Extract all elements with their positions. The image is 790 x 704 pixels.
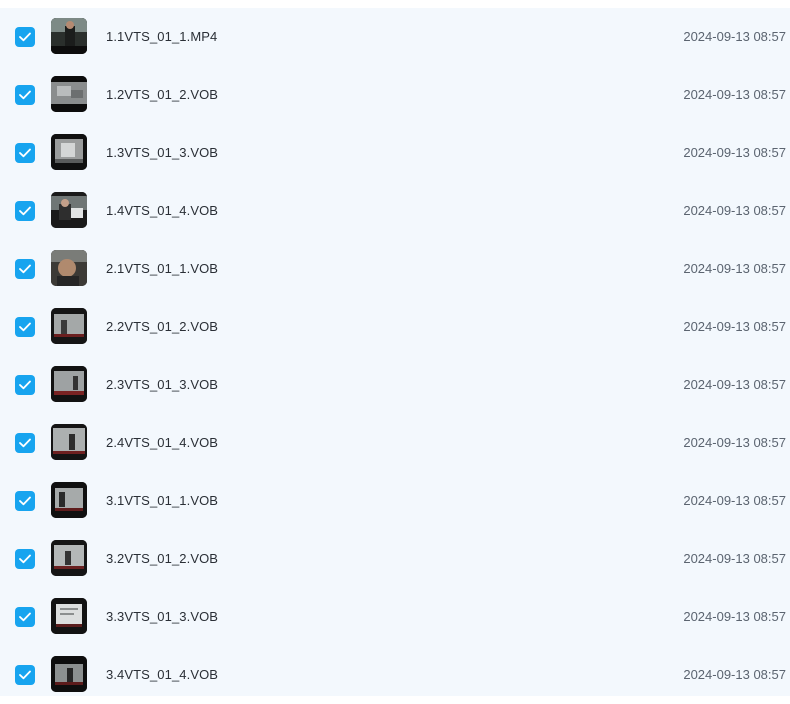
video-thumbnail-icon[interactable] — [51, 308, 87, 344]
video-thumbnail-icon[interactable] — [51, 598, 87, 634]
file-row[interactable]: 1.3VTS_01_3.VOB 2024-09-13 08:57 — [0, 124, 790, 182]
file-row[interactable]: 1.2VTS_01_2.VOB 2024-09-13 08:57 — [0, 66, 790, 124]
row-checkbox[interactable] — [15, 607, 35, 627]
file-row[interactable]: 2.1VTS_01_1.VOB 2024-09-13 08:57 — [0, 240, 790, 298]
file-date: 2024-09-13 08:57 — [683, 29, 786, 44]
file-name[interactable]: 2.2VTS_01_2.VOB — [106, 298, 218, 356]
row-checkbox[interactable] — [15, 201, 35, 221]
file-date: 2024-09-13 08:57 — [683, 493, 786, 508]
file-row[interactable]: 1.1VTS_01_1.MP4 2024-09-13 08:57 — [0, 8, 790, 66]
checkmark-icon — [19, 90, 31, 100]
video-thumbnail-icon[interactable] — [51, 366, 87, 402]
file-row[interactable]: 3.4VTS_01_4.VOB 2024-09-13 08:57 — [0, 646, 790, 704]
video-thumbnail-icon[interactable] — [51, 18, 87, 54]
video-thumbnail-icon[interactable] — [51, 250, 87, 286]
checkmark-icon — [19, 612, 31, 622]
row-checkbox[interactable] — [15, 85, 35, 105]
video-thumbnail-icon[interactable] — [51, 134, 87, 170]
file-row[interactable]: 2.3VTS_01_3.VOB 2024-09-13 08:57 — [0, 356, 790, 414]
checkmark-icon — [19, 670, 31, 680]
file-date: 2024-09-13 08:57 — [683, 261, 786, 276]
file-date: 2024-09-13 08:57 — [683, 145, 786, 160]
checkmark-icon — [19, 496, 31, 506]
video-thumbnail-icon[interactable] — [51, 192, 87, 228]
row-checkbox[interactable] — [15, 433, 35, 453]
checkmark-icon — [19, 438, 31, 448]
file-row[interactable]: 2.4VTS_01_4.VOB 2024-09-13 08:57 — [0, 414, 790, 472]
file-date: 2024-09-13 08:57 — [683, 609, 786, 624]
file-row[interactable]: 2.2VTS_01_2.VOB 2024-09-13 08:57 — [0, 298, 790, 356]
file-date: 2024-09-13 08:57 — [683, 319, 786, 334]
row-checkbox[interactable] — [15, 665, 35, 685]
file-name[interactable]: 2.3VTS_01_3.VOB — [106, 356, 218, 414]
video-thumbnail-icon[interactable] — [51, 482, 87, 518]
file-date: 2024-09-13 08:57 — [683, 551, 786, 566]
file-name[interactable]: 3.4VTS_01_4.VOB — [106, 646, 218, 704]
checkmark-icon — [19, 264, 31, 274]
video-thumbnail-icon[interactable] — [51, 540, 87, 576]
video-thumbnail-icon[interactable] — [51, 424, 87, 460]
file-row[interactable]: 3.1VTS_01_1.VOB 2024-09-13 08:57 — [0, 472, 790, 530]
row-checkbox[interactable] — [15, 259, 35, 279]
file-row[interactable]: 3.3VTS_01_3.VOB 2024-09-13 08:57 — [0, 588, 790, 646]
row-checkbox[interactable] — [15, 27, 35, 47]
checkmark-icon — [19, 322, 31, 332]
row-checkbox[interactable] — [15, 143, 35, 163]
file-row[interactable]: 3.2VTS_01_2.VOB 2024-09-13 08:57 — [0, 530, 790, 588]
checkmark-icon — [19, 32, 31, 42]
file-list: 1.1VTS_01_1.MP4 2024-09-13 08:57 1.2VTS_… — [0, 8, 790, 696]
row-checkbox[interactable] — [15, 375, 35, 395]
file-name[interactable]: 3.1VTS_01_1.VOB — [106, 472, 218, 530]
file-name[interactable]: 1.1VTS_01_1.MP4 — [106, 8, 217, 66]
row-checkbox[interactable] — [15, 317, 35, 337]
checkmark-icon — [19, 148, 31, 158]
row-checkbox[interactable] — [15, 491, 35, 511]
file-name[interactable]: 2.4VTS_01_4.VOB — [106, 414, 218, 472]
file-name[interactable]: 1.2VTS_01_2.VOB — [106, 66, 218, 124]
file-date: 2024-09-13 08:57 — [683, 377, 786, 392]
video-thumbnail-icon[interactable] — [51, 76, 87, 112]
file-name[interactable]: 2.1VTS_01_1.VOB — [106, 240, 218, 298]
file-date: 2024-09-13 08:57 — [683, 667, 786, 682]
checkmark-icon — [19, 206, 31, 216]
file-date: 2024-09-13 08:57 — [683, 203, 786, 218]
checkmark-icon — [19, 554, 31, 564]
file-name[interactable]: 1.4VTS_01_4.VOB — [106, 182, 218, 240]
file-name[interactable]: 3.3VTS_01_3.VOB — [106, 588, 218, 646]
file-row[interactable]: 1.4VTS_01_4.VOB 2024-09-13 08:57 — [0, 182, 790, 240]
file-name[interactable]: 3.2VTS_01_2.VOB — [106, 530, 218, 588]
row-checkbox[interactable] — [15, 549, 35, 569]
checkmark-icon — [19, 380, 31, 390]
video-thumbnail-icon[interactable] — [51, 656, 87, 692]
file-name[interactable]: 1.3VTS_01_3.VOB — [106, 124, 218, 182]
file-date: 2024-09-13 08:57 — [683, 435, 786, 450]
file-date: 2024-09-13 08:57 — [683, 87, 786, 102]
